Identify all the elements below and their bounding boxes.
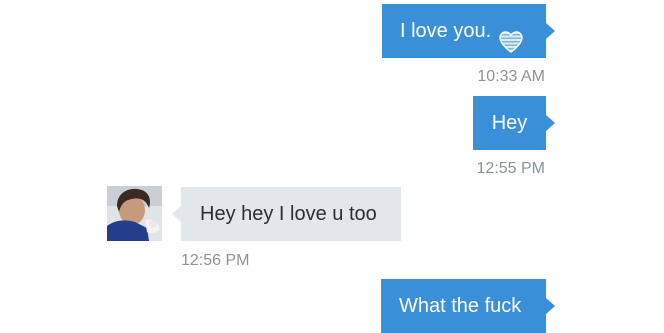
message-text: What the fuck — [399, 295, 522, 317]
heart-icon — [499, 20, 523, 53]
message-bubble-incoming[interactable]: Hey hey I love u too — [172, 187, 401, 241]
message-bubble-outgoing[interactable]: Hey — [473, 96, 555, 150]
message-text: I love you. — [400, 20, 492, 42]
message-text: Hey hey I love u too — [200, 203, 377, 225]
message-text: Hey — [491, 112, 528, 134]
message-timestamp: 12:56 PM — [181, 252, 250, 269]
message-timestamp: 10:33 AM — [477, 68, 545, 85]
message-timestamp: 12:55 PM — [476, 160, 545, 177]
message-bubble-outgoing[interactable]: I love you. — [382, 4, 555, 58]
contact-avatar[interactable] — [107, 186, 162, 241]
message-bubble-outgoing[interactable]: What the fuck — [381, 279, 555, 333]
